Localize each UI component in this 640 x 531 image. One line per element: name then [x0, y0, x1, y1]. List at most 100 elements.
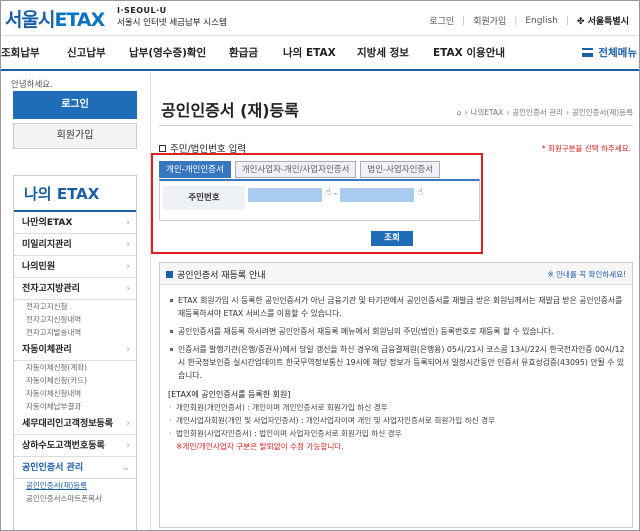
- seoul-brand-text: 서울특별시: [587, 17, 629, 27]
- chevron-right-icon: ›: [126, 284, 130, 294]
- notice-paragraph: 공인인증서를 재등록 하시려면 공인인증서 재등록 메뉴에서 회원님의 주민(법…: [168, 325, 626, 338]
- registration-heading: [ETAX에 공인인증서를 등록한 회원]: [168, 390, 291, 399]
- sidebar-item-label: 공인인증서 관리: [22, 463, 84, 473]
- divider: |: [462, 15, 466, 26]
- rrn-dash: -: [334, 189, 338, 199]
- english-link[interactable]: English: [525, 16, 558, 26]
- tab-individual[interactable]: 개인-개인인증서: [159, 161, 231, 178]
- sidebar-subitem[interactable]: 전자고지발송내역: [14, 326, 136, 339]
- tab-sole-proprietor[interactable]: 개인사업자-개인/사업자인증서: [234, 161, 357, 178]
- breadcrumb-separator: ›: [464, 108, 468, 117]
- rrn-back-input[interactable]: [340, 188, 414, 202]
- sidebar-item-label: 자동이체관리: [22, 345, 72, 355]
- sidebar-item-label: 미일리지관리: [22, 240, 72, 250]
- registration-item: 법인회원(사업자인증서) : 법인이며 사업자인증서로 회원가입 하신 경우: [168, 427, 626, 440]
- sidebar-item-cert-manage[interactable]: 공인인증서 관리 ⌄: [14, 457, 136, 479]
- pointer-hand-icon: ☝: [325, 187, 332, 198]
- sidebar-item-label: 전자고지방관리: [22, 284, 80, 294]
- notice-paragraph: 인증서를 발행기관(은행/증권사)에서 당일 갱신을 하신 경우에 금융결제원(…: [168, 343, 626, 382]
- gnb-item-tax-info[interactable]: 지방세 정보: [357, 45, 409, 60]
- chevron-right-icon: ›: [126, 441, 130, 451]
- sidebar: 안녕하세요. 로그인 회원가입 나의 ETAX 나만의ETAX › 미일리지관리 ›…: [1, 73, 151, 530]
- sidebar-item-my-etax[interactable]: 나만의ETAX ›: [14, 212, 136, 234]
- logo-text: 서울시: [5, 9, 55, 31]
- pointer-hand-icon: ☝: [417, 187, 424, 198]
- page-title: 공인인증서 (재)등록: [161, 101, 299, 120]
- sidebar-item-e-notice[interactable]: 전자고지방관리 ›: [14, 278, 136, 300]
- rrn-label: 주민번호: [163, 186, 245, 210]
- rrn-form: 주민번호 ☝ - ☝: [159, 179, 480, 221]
- section-note: * 회원구분을 선택 하주세요.: [541, 144, 631, 153]
- chevron-right-icon: ›: [126, 240, 130, 250]
- sidebar-subitem[interactable]: 자동이체신청내역: [14, 387, 136, 400]
- sidebar-subitem[interactable]: 공인인증서스마트폰복사: [14, 492, 136, 505]
- page-frame: 서울시ETAX I·SEOUL·U 서울시 인터넷 세금납부 시스템 로그인 |…: [0, 0, 640, 531]
- square-bullet-icon: [159, 144, 166, 152]
- sidebar-title: 나의 ETAX: [14, 176, 136, 212]
- gnb-item-my-etax[interactable]: 나의 ETAX: [283, 45, 336, 60]
- sidebar-subitem[interactable]: 자동이체납부결과: [14, 400, 136, 413]
- all-menu-label: 전체메뉴: [598, 47, 637, 59]
- notice-link[interactable]: ※ 안내를 꼭 확인하세요!: [547, 269, 626, 280]
- tab-corporation[interactable]: 법인-사업자인증서: [360, 161, 441, 178]
- logo-slogan: I·SEOUL·U: [117, 6, 167, 15]
- sidebar-item-water-customer[interactable]: 상하수도고객번호등록 ›: [14, 435, 136, 457]
- global-nav: 조회납부 신고납부 납부(영수증)확인 환급금 나의 ETAX 지방세 정보 E…: [1, 35, 639, 71]
- gnb-item-refund[interactable]: 환급금: [229, 45, 258, 60]
- login-link[interactable]: 로그인: [429, 14, 454, 27]
- seoul-brand-link[interactable]: ✤ 서울특별시: [577, 14, 629, 27]
- sidebar-item-label: 나만의ETAX: [22, 218, 73, 228]
- gnb-item-receipt[interactable]: 납부(영수증)확인: [129, 45, 206, 60]
- logo-etax: ETAX: [54, 9, 105, 31]
- sidebar-subitem-active[interactable]: 공인인증서(재)등록: [14, 479, 136, 492]
- breadcrumb-item-current: 공인인증서(재)등록: [571, 108, 633, 117]
- notice-title-text: 공인인증서 재등록 안내: [177, 271, 266, 281]
- notice-box: 공인인증서 재등록 안내 ※ 안내를 꼭 확인하세요! ETAX 회원가입 시 …: [159, 262, 633, 528]
- home-icon[interactable]: ⌂: [457, 108, 462, 117]
- site-logo[interactable]: 서울시ETAX: [5, 5, 105, 32]
- query-button[interactable]: 조회: [371, 231, 413, 246]
- chevron-right-icon: ›: [126, 218, 130, 228]
- registration-item: 개인사업자회원(개인 및 사업자인증서) : 개인사업자이며 개인 및 사업자인…: [168, 414, 626, 427]
- registration-item: 개인회원(개인인증서) : 개인이며 개인인증서로 회원가입 하신 경우: [168, 401, 626, 414]
- login-button[interactable]: 로그인: [13, 91, 137, 119]
- notice-body: ETAX 회원가입 시 등록한 공인인증서가 아닌 금융기관 및 타기관에서 공…: [168, 289, 626, 453]
- menu-icon: [582, 48, 594, 57]
- chevron-right-icon: ›: [126, 345, 130, 355]
- seoul-icon: ✤: [576, 17, 585, 27]
- sidebar-item-tax-agent[interactable]: 세무대리인고객정보등록 ›: [14, 413, 136, 435]
- sidebar-subitem[interactable]: 전자고지신청: [14, 300, 136, 313]
- chevron-right-icon: ›: [126, 262, 130, 272]
- sidebar-item-label: 나의민원: [22, 262, 56, 272]
- all-menu-button[interactable]: 전체메뉴: [582, 45, 637, 60]
- divider: |: [565, 15, 569, 26]
- gnb-item-report-pay[interactable]: 신고납부: [67, 45, 106, 60]
- chevron-down-icon: ⌄: [122, 463, 130, 473]
- sidebar-item-label: 상하수도고객번호등록: [22, 441, 105, 451]
- registration-note: ※개인/개인사업자 구분은 탈퇴없이 수정 가능합니다.: [176, 442, 344, 451]
- sidebar-item-label: 세무대리인고객정보등록: [22, 419, 114, 429]
- chevron-right-icon: ›: [126, 419, 130, 429]
- sidebar-subitem[interactable]: 자동이체신청(계좌): [14, 361, 136, 374]
- sidebar-item-mileage[interactable]: 미일리지관리 ›: [14, 234, 136, 256]
- sidebar-subitem[interactable]: 자동이체신청(카드): [14, 374, 136, 387]
- breadcrumb-separator: ›: [565, 108, 569, 117]
- gnb-item-inquiry-pay[interactable]: 조회납부: [1, 45, 40, 60]
- utility-nav: 로그인 | 회원가입 | English | ✤ 서울특별시: [429, 14, 629, 28]
- gnb-item-guide[interactable]: ETAX 이용안내: [433, 45, 505, 60]
- breadcrumb: ⌂ › 나의ETAX › 공인인증서 관리 › 공인인증서(재)등록: [457, 107, 633, 118]
- main-content: 공인인증서 (재)등록 ⌂ › 나의ETAX › 공인인증서 관리 › 공인인증…: [151, 73, 639, 530]
- square-bullet-icon: [166, 271, 173, 278]
- notice-title: 공인인증서 재등록 안내: [166, 268, 266, 281]
- greeting: 안녕하세요.: [11, 80, 53, 90]
- breadcrumb-item[interactable]: 나의ETAX: [470, 107, 503, 118]
- notice-paragraph: ETAX 회원가입 시 등록한 공인인증서가 아닌 금융기관 및 타기관에서 공…: [168, 294, 626, 320]
- sidebar-subitem[interactable]: 전자고지신청내역: [14, 313, 136, 326]
- breadcrumb-item[interactable]: 공인인증서 관리: [512, 107, 563, 118]
- sidebar-item-auto-transfer[interactable]: 자동이체관리 ›: [14, 339, 136, 361]
- join-link[interactable]: 회원가입: [473, 14, 506, 27]
- join-button[interactable]: 회원가입: [13, 123, 137, 149]
- rrn-front-input[interactable]: [248, 188, 322, 202]
- notice-header: 공인인증서 재등록 안내 ※ 안내를 꼭 확인하세요!: [160, 263, 632, 285]
- sidebar-item-my-civil[interactable]: 나의민원 ›: [14, 256, 136, 278]
